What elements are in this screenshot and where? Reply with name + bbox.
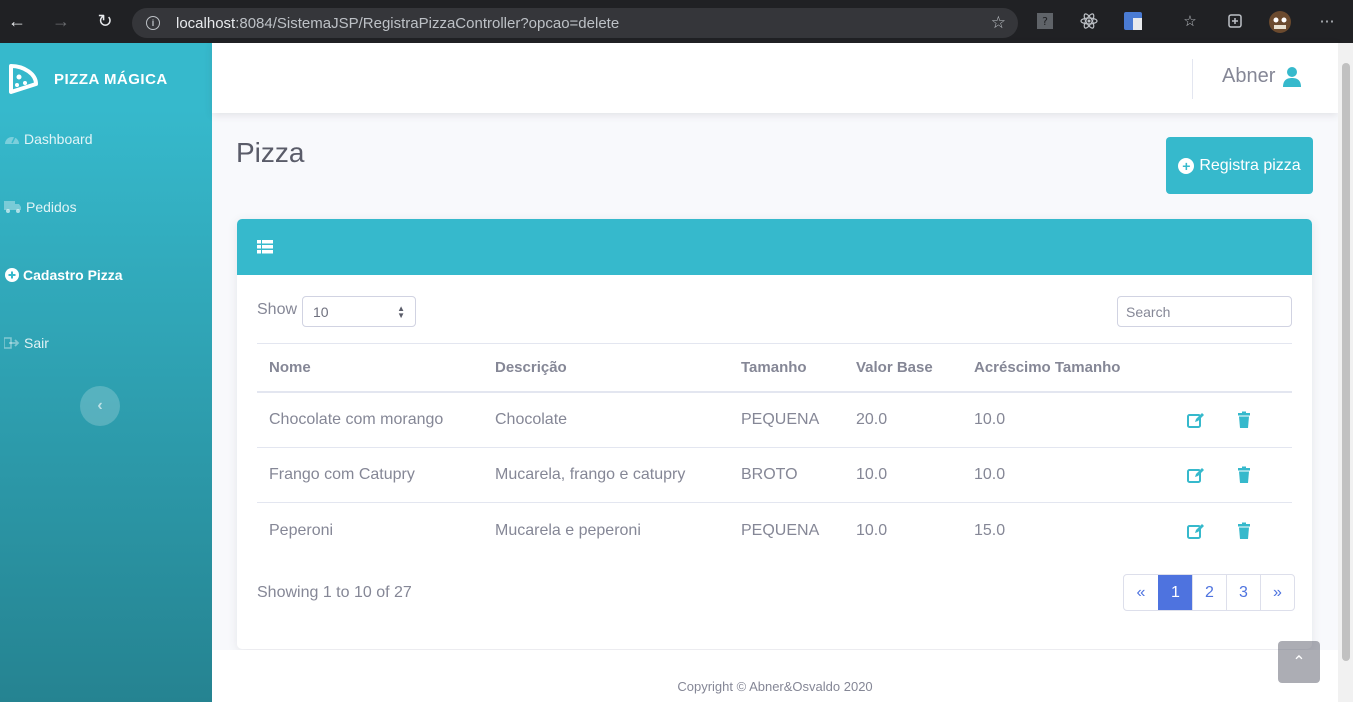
topbar: Abner [212,43,1338,113]
trash-icon[interactable] [1235,393,1253,447]
brand-name: PIZZA MÁGICA [54,70,168,88]
show-entries-value: 10 [313,303,329,320]
column-header-descricao[interactable]: Descrição [495,344,567,391]
forward-arrow-icon[interactable]: → [46,7,76,37]
sign-out-icon [4,335,20,351]
sidebar-item-label: Pedidos [26,199,77,215]
url-text: localhost:8084/SistemaJSP/RegistraPizzaC… [176,15,619,32]
pagination-page-1[interactable]: 1 [1158,575,1192,610]
edit-icon[interactable] [1187,393,1205,447]
more-menu-icon[interactable]: ⋯ [1318,12,1336,30]
table-row: Peperoni Mucarela e peperoni PEQUENA 10.… [257,503,1292,558]
cell-nome: Chocolate com morango [269,411,444,428]
truck-icon [4,199,22,215]
url-path: :8084/SistemaJSP/RegistraPizzaController… [235,14,620,32]
column-header-nome[interactable]: Nome [269,344,311,391]
cell-descricao: Mucarela, frango e catupry [495,466,686,483]
list-icon [257,240,273,254]
info-icon[interactable]: i [146,16,160,30]
pizza-table: Nome Descrição Tamanho Valor Base Acrésc… [257,343,1292,558]
cell-acrescimo-tamanho: 10.0 [974,466,1006,483]
reload-icon[interactable]: ↻ [90,7,120,37]
cell-valor-base: 10.0 [856,521,888,539]
register-pizza-label: Registra pizza [1199,156,1301,174]
table-row: Chocolate com morango Chocolate PEQUENA … [257,393,1292,448]
column-header-tamanho[interactable]: Tamanho [741,344,807,391]
edit-icon[interactable] [1187,503,1205,558]
svg-text:?: ? [1042,15,1048,28]
tachometer-icon [4,131,20,147]
register-pizza-button[interactable]: + Registra pizza [1166,137,1313,194]
pagination-page-2[interactable]: 2 [1192,575,1226,610]
cell-tamanho: PEQUENA [741,521,820,539]
sidebar: PIZZA MÁGICA Dashboard Pedidos Cadastro … [0,43,212,702]
pagination-prev[interactable]: « [1124,575,1158,610]
sidebar-toggle-button[interactable]: ‹ [80,386,120,426]
search-placeholder: Search [1126,303,1171,320]
plus-circle-icon: + [1178,157,1195,174]
table-header-row: Nome Descrição Tamanho Valor Base Acrésc… [257,343,1292,393]
sidebar-item-label: Dashboard [24,131,93,147]
cell-valor-base: 10.0 [856,466,888,483]
cell-tamanho: PEQUENA [741,411,820,428]
reading-list-icon[interactable]: ☆ [1181,12,1199,30]
extension-help-icon[interactable]: ? [1036,12,1054,30]
scrollbar-thumb[interactable] [1342,63,1350,661]
show-entries-label: Show [257,301,298,318]
user-icon [1283,66,1302,87]
scroll-to-top-button[interactable]: ⌃ [1278,641,1320,683]
column-header-valor-base[interactable]: Valor Base [856,344,933,391]
pagination-info: Showing 1 to 10 of 27 [257,584,412,601]
profile-avatar[interactable] [1268,10,1292,34]
pagination-page-3[interactable]: 3 [1226,575,1260,610]
url-host: localhost [176,14,236,32]
column-header-acrescimo-tamanho[interactable]: Acréscimo Tamanho [974,344,1120,391]
show-entries-select[interactable]: 10 ▲ ▼ [302,296,416,327]
page-title: Pizza [236,137,305,168]
edit-icon[interactable] [1187,448,1205,502]
collections-icon[interactable] [1226,12,1244,30]
sidebar-item-sair[interactable]: Sair [4,335,49,351]
cell-nome: Peperoni [269,521,334,539]
pagination: « 1 2 3 » [1123,574,1295,611]
cell-descricao: Mucarela e peperoni [495,521,641,539]
user-dropdown[interactable]: Abner [1222,65,1302,88]
pizza-slice-icon [9,64,38,94]
cell-tamanho: BROTO [741,466,798,483]
cell-valor-base: 20.0 [856,411,888,428]
search-input[interactable]: Search [1117,296,1292,327]
sidebar-item-label: Cadastro Pizza [23,267,123,283]
extension-translate-icon[interactable] [1124,12,1142,30]
topbar-divider [1192,59,1193,99]
trash-icon[interactable] [1235,448,1253,502]
sidebar-item-dashboard[interactable]: Dashboard [4,131,93,147]
plus-circle-icon [5,268,19,282]
cell-acrescimo-tamanho: 15.0 [974,521,1006,539]
sidebar-brand[interactable]: PIZZA MÁGICA [8,62,168,96]
cell-nome: Frango com Catupry [269,466,415,483]
sidebar-item-pedidos[interactable]: Pedidos [4,199,77,215]
footer: Copyright © Abner&Osvaldo 2020 [212,650,1338,702]
table-row: Frango com Catupry Mucarela, frango e ca… [257,448,1292,503]
extension-react-icon[interactable] [1080,12,1098,30]
back-arrow-icon[interactable]: ← [2,7,32,37]
chevron-left-icon: ‹ [97,397,103,414]
address-bar[interactable]: i localhost:8084/SistemaJSP/RegistraPizz… [132,8,1018,38]
bookmark-star-icon[interactable]: ☆ [991,13,1006,33]
browser-toolbar: ← → ↻ i localhost:8084/SistemaJSP/Regist… [0,0,1353,43]
page-scrollbar[interactable] [1338,43,1353,702]
pagination-next[interactable]: » [1260,575,1294,610]
pizza-table-card: Show 10 ▲ ▼ Search Nome Descrição Tamanho… [237,219,1312,649]
chevron-up-icon: ⌃ [1292,654,1306,671]
user-name: Abner [1222,65,1276,87]
trash-icon[interactable] [1235,503,1253,558]
cell-acrescimo-tamanho: 10.0 [974,411,1006,428]
sidebar-item-cadastro-pizza[interactable]: Cadastro Pizza [5,267,123,283]
cell-descricao: Chocolate [495,411,568,428]
card-header [237,219,1312,275]
sidebar-item-label: Sair [24,335,49,351]
select-arrows-icon: ▲ ▼ [397,304,405,320]
copyright-text: Copyright © Abner&Osvaldo 2020 [677,679,873,694]
